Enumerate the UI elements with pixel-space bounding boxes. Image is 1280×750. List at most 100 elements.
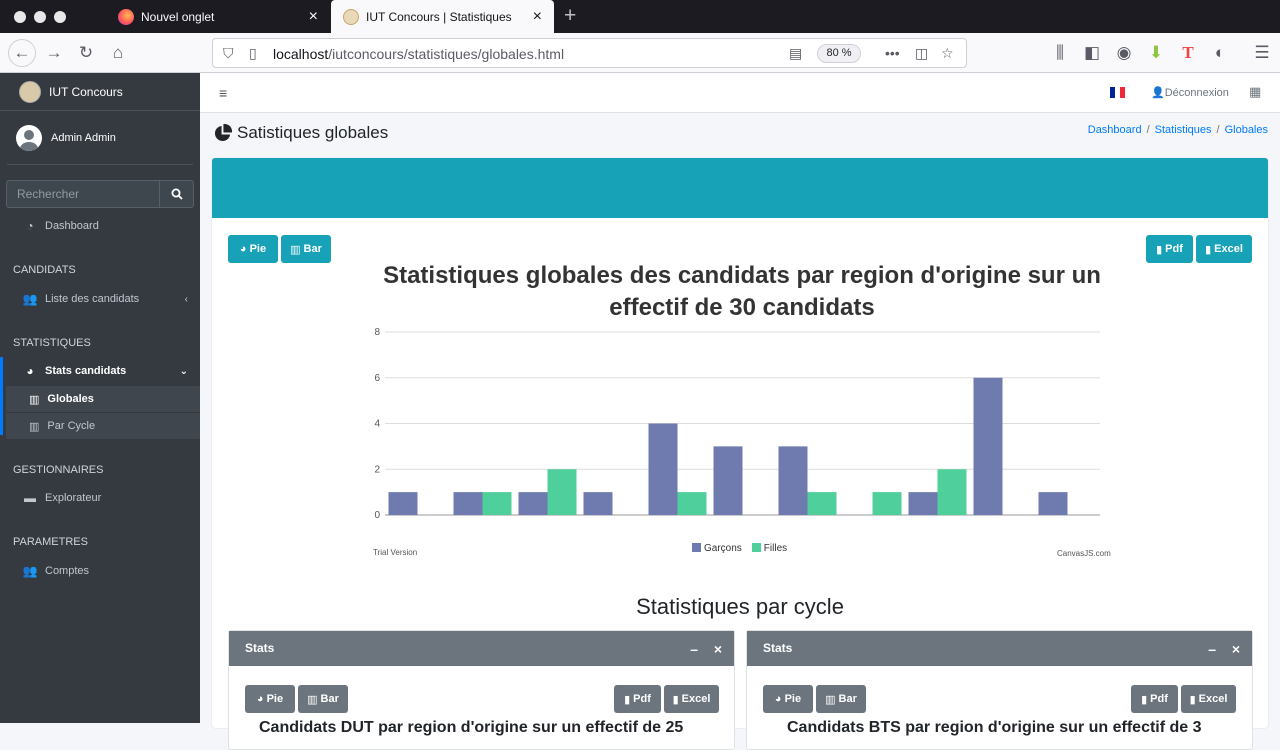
home-icon[interactable]: ⌂ (106, 41, 130, 65)
more-actions-icon[interactable]: ••• (885, 45, 900, 61)
content-header: Satistiques globales Dashboard / Statistiq… (200, 113, 1280, 158)
sidebar-item-label: Globales (47, 393, 94, 405)
menu-icon[interactable]: ☰ (1250, 41, 1274, 65)
breadcrumb-item[interactable]: Dashboard (1088, 124, 1142, 136)
button-label: Pdf (633, 693, 651, 705)
sidebar-item-label: Explorateur (45, 492, 102, 504)
dark-mode-icon[interactable]: ◐ (1208, 41, 1232, 65)
y-tick-label: 4 (374, 419, 380, 430)
breadcrumb-item[interactable]: Statistiques (1155, 124, 1212, 136)
browser-nav-bar: ← → ↻ ⌂ ⛉ ▯ localhost/iutconcours/statis… (0, 33, 1280, 73)
search-button[interactable] (159, 180, 194, 208)
url-path: /iutconcours/statistiques/globales.html (328, 46, 565, 62)
chart-legend: Garçons Filles (692, 543, 787, 554)
url-bar[interactable]: ⛉ ▯ localhost/iutconcours/statistiques/g… (212, 38, 967, 68)
back-icon[interactable]: ← (8, 39, 36, 67)
minimize-window-button[interactable] (34, 11, 46, 23)
sidebar-item-dashboard[interactable]: ◔ Dashboard (0, 213, 200, 239)
sidebar-item-globales[interactable]: ▥ Globales (6, 386, 200, 412)
bar-garcons (453, 492, 483, 515)
sidebar-header-statistiques: STATISTIQUES (13, 337, 91, 349)
bar-chart-icon: ▥ (29, 420, 40, 433)
excel-button[interactable]: ▮ Excel (664, 685, 719, 713)
button-label: Pie (266, 693, 284, 705)
sidebar-item-label: Comptes (45, 565, 90, 577)
bar-button[interactable]: ▥ Bar (298, 685, 348, 713)
pie-chart-icon: ◕ (26, 364, 34, 378)
excel-button[interactable]: ▮ Excel (1181, 685, 1236, 713)
url-text[interactable]: localhost/iutconcours/statistiques/globa… (273, 46, 564, 62)
shield-icon[interactable]: ⛉ (223, 45, 234, 62)
reload-icon[interactable]: ↻ (74, 41, 98, 65)
brand-link[interactable]: IUT Concours (0, 73, 200, 111)
library-icon[interactable]: ⫼ (1048, 41, 1072, 65)
sidebar-item-label: Par Cycle (47, 420, 96, 432)
cycle-chart-title: Candidats BTS par region d'origine sur u… (787, 719, 1202, 736)
breadcrumb: Dashboard / Statistiques / Globales (1087, 124, 1268, 136)
close-window-button[interactable] (14, 11, 26, 23)
sidebar-toggle-icon[interactable]: ◧ (1080, 41, 1104, 65)
window-controls[interactable] (14, 11, 66, 23)
collapse-icon[interactable]: – (690, 641, 698, 657)
sidebar-item-stats-candidats[interactable]: ◕ Stats candidats ⌄ (0, 358, 200, 384)
logout-link[interactable]: 👤Déconnexion (1151, 86, 1229, 99)
account-icon[interactable]: ◉ (1112, 41, 1136, 65)
pie-button[interactable]: ◕ Pie (763, 685, 813, 713)
legend-item-garcons[interactable]: Garçons (692, 543, 742, 554)
browser-tab-new[interactable]: Nouvel onglet × (106, 0, 330, 33)
legend-label: Garçons (704, 543, 742, 554)
bar-filles (482, 492, 512, 515)
bar-garcons (778, 446, 808, 515)
zoom-level[interactable]: 80 % (817, 44, 861, 63)
pocket-icon[interactable]: ◫ (915, 45, 928, 62)
brand-text: IUT Concours (49, 84, 123, 99)
sidebar-header-gestionnaires: GESTIONNAIRES (13, 464, 104, 476)
user-icon: 👤 (1151, 87, 1165, 99)
bar-garcons (388, 492, 418, 515)
dashboard-icon: ◔ (26, 219, 34, 233)
bar-chart-icon: ▥ (307, 693, 318, 706)
users-icon: 👥 (22, 292, 38, 306)
folder-icon: ▬ (24, 491, 36, 505)
legend-label: Filles (763, 543, 788, 554)
logout-label: Déconnexion (1164, 87, 1229, 99)
forward-icon[interactable]: → (42, 41, 66, 65)
browser-tab-bar: Nouvel onglet × IUT Concours | Statistiq… (0, 0, 1280, 33)
close-icon[interactable]: × (1232, 641, 1240, 657)
legend-item-filles[interactable]: Filles (751, 543, 788, 554)
reader-view-icon[interactable]: ▤ (789, 45, 802, 62)
pdf-button[interactable]: ▮ Pdf (1131, 685, 1178, 713)
download-icon[interactable]: ⬇ (1144, 41, 1168, 65)
button-label: Bar (838, 693, 857, 705)
tab-title: Nouvel onglet (141, 9, 215, 24)
file-pdf-icon: ▮ (1141, 693, 1148, 706)
close-icon[interactable]: × (714, 641, 722, 657)
search-input[interactable] (6, 180, 159, 208)
pie-chart-icon: ◕ (774, 693, 782, 705)
chevron-down-icon: ⌄ (179, 365, 188, 377)
user-panel[interactable]: Admin Admin (7, 111, 193, 165)
sidebar-item-liste-candidats[interactable]: 👥 Liste des candidats ‹ (0, 286, 200, 312)
hamburger-icon[interactable]: ≡ (219, 85, 227, 101)
browser-tab-active[interactable]: IUT Concours | Statistiques × (331, 0, 554, 33)
sidebar-item-explorateur[interactable]: ▬ Explorateur (0, 485, 200, 511)
collapse-icon[interactable]: – (1208, 641, 1216, 657)
breadcrumb-item[interactable]: Globales (1225, 124, 1268, 136)
close-tab-icon[interactable]: × (309, 8, 318, 25)
sidebar-item-comptes[interactable]: 👥 Comptes (0, 558, 200, 584)
pdf-button[interactable]: ▮ Pdf (614, 685, 661, 713)
pie-button[interactable]: ◕ Pie (245, 685, 295, 713)
close-tab-icon[interactable]: × (533, 8, 542, 25)
new-tab-icon[interactable]: + (564, 5, 576, 26)
sidebar-item-label: Stats candidats (45, 365, 127, 377)
users-icon: 👥 (22, 564, 38, 578)
bookmark-star-icon[interactable]: ☆ (941, 45, 954, 62)
button-label: Pie (784, 693, 802, 705)
extension-t-icon[interactable]: T (1176, 41, 1200, 65)
grid-icon[interactable]: ▦ (1249, 84, 1261, 100)
maximize-window-button[interactable] (54, 11, 66, 23)
bar-button[interactable]: ▥ Bar (816, 685, 866, 713)
french-flag-icon[interactable] (1110, 87, 1125, 98)
sidebar-item-par-cycle[interactable]: ▥ Par Cycle (6, 413, 200, 439)
button-label: Pdf (1150, 693, 1168, 705)
